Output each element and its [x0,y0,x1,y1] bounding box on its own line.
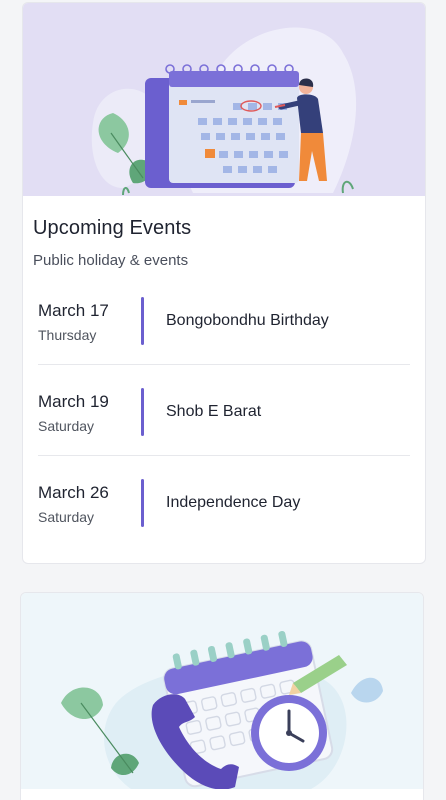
event-row[interactable]: March 19 Saturday Shob E Barat [38,386,410,452]
event-name: Bongobondhu Birthday [166,312,329,329]
calendar-hero-illustration [23,3,425,196]
divider [38,455,410,456]
event-date: March 17 [38,301,109,320]
schedule-hero-illustration [21,593,423,789]
clock-icon [251,695,327,771]
upcoming-events-card: Upcoming Events Public holiday & events … [22,2,426,564]
card-subtitle: Public holiday & events [33,252,189,269]
schedule-card [20,592,424,800]
event-day: Saturday [38,509,95,525]
event-date: March 26 [38,483,109,502]
event-name: Shob E Barat [166,403,262,420]
event-day: Saturday [38,418,95,434]
event-row[interactable]: March 26 Saturday Independence Day [38,477,410,543]
event-row[interactable]: March 17 Thursday Bongobondhu Birthday [38,295,410,361]
divider [38,364,410,365]
event-accent-bar [141,479,144,527]
event-accent-bar [141,297,144,345]
event-day: Thursday [38,327,97,343]
event-accent-bar [141,388,144,436]
event-date: March 19 [38,392,109,411]
event-name: Independence Day [166,494,301,511]
card-title: Upcoming Events [33,217,192,239]
